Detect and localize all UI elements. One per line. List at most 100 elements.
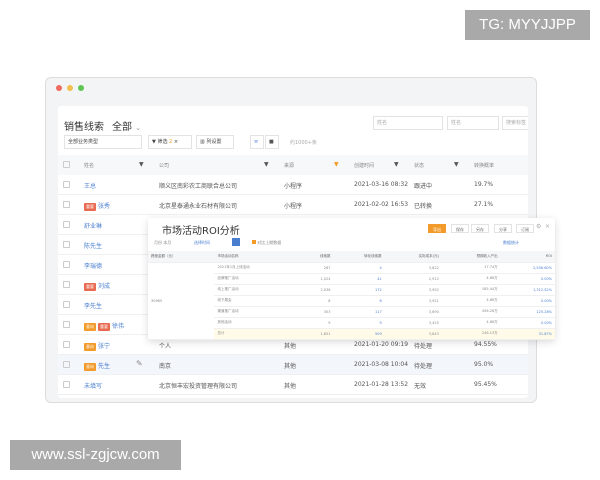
roi-header: ROI xyxy=(500,251,555,263)
roi-button[interactable]: 保存 xyxy=(451,224,469,233)
row-checkbox[interactable] xyxy=(63,181,70,188)
search-tag[interactable]: 搜索标签 xyxy=(502,116,528,130)
column-header[interactable]: 姓名 xyxy=(84,162,94,169)
row-checkbox[interactable] xyxy=(63,381,70,388)
table-row[interactable]: 王总 顺义区南彩农工商联合总公司 小程序 2021-03-16 08:32 跟进中 19.… xyxy=(58,175,528,195)
filter-icon[interactable]: ▼ xyxy=(139,161,144,168)
stats-link[interactable]: 数据统计 xyxy=(503,240,519,246)
compare-checkbox[interactable]: 对比上期数据 xyxy=(252,240,281,246)
roi-cell[interactable]: 其他活动 xyxy=(214,317,298,329)
lead-name[interactable]: 刘成 xyxy=(98,283,110,290)
edit-icon[interactable]: ✎ xyxy=(136,359,143,368)
row-checkbox[interactable] xyxy=(63,281,70,288)
roi-cell: 4 xyxy=(333,262,385,274)
column-settings-label: 列设置 xyxy=(206,139,222,145)
window-controls xyxy=(56,85,84,91)
row-checkbox[interactable] xyxy=(63,241,70,248)
roi-cell: 172 xyxy=(333,284,385,296)
search-name-2[interactable]: 姓名 xyxy=(447,116,499,130)
cell-source: 小程序 xyxy=(284,183,303,190)
cell-status: 待处理 xyxy=(414,363,433,370)
cell-rate: 95.45% xyxy=(474,381,497,388)
table-row[interactable]: 未填写 北京恒丰宏投资管理有限公司 其他 2021-01-28 13:52 无效 95.4… xyxy=(58,375,528,395)
roi-cell[interactable]: 总计 xyxy=(214,328,298,340)
roi-cell: 0.00% xyxy=(500,295,555,307)
roi-cell: 0.00% xyxy=(500,273,555,285)
roi-button[interactable]: 订阅 xyxy=(516,224,534,233)
roi-cell: 117 xyxy=(333,306,385,318)
lead-name[interactable]: 张秀 xyxy=(98,203,110,210)
cell-source: 其他 xyxy=(284,383,297,390)
roi-header: 线索数 xyxy=(297,251,334,263)
row-checkbox[interactable] xyxy=(63,201,70,208)
lead-name[interactable]: 未填写 xyxy=(84,383,102,390)
roi-cell[interactable]: 线上推广活动 xyxy=(214,284,298,296)
lead-name[interactable]: 舒业琳 xyxy=(84,223,102,230)
lead-name[interactable]: 先生 xyxy=(98,363,110,370)
settings-icon[interactable]: ⚙ xyxy=(536,223,541,230)
roi-group: 30965 xyxy=(148,262,215,340)
cell-created: 2021-01-20 09:19 xyxy=(354,341,409,348)
card-view-button[interactable]: ■ xyxy=(265,135,279,149)
column-header[interactable]: 状态 xyxy=(414,162,424,169)
roi-button[interactable]: 另存 xyxy=(471,224,489,233)
roi-header: 预期收入产出 xyxy=(441,251,501,263)
cell-company: 南京 xyxy=(159,363,172,370)
column-header[interactable]: 公司 xyxy=(159,162,169,169)
roi-cell: 3,921 xyxy=(384,295,442,307)
column-header[interactable]: 转换概率 xyxy=(474,162,494,169)
close-dot[interactable] xyxy=(56,85,62,91)
roi-cell: 267 xyxy=(297,262,334,274)
minimize-dot[interactable] xyxy=(67,85,73,91)
roi-cell[interactable]: 渠道推广活动 xyxy=(214,306,298,318)
roi-header: 实际成本(元) xyxy=(384,251,442,263)
row-checkbox[interactable] xyxy=(63,321,70,328)
roi-cell: 1,312.52% xyxy=(500,284,555,296)
cell-rate: 27.1% xyxy=(474,201,494,208)
roi-cell: 17.74万 xyxy=(441,262,501,274)
maximize-dot[interactable] xyxy=(78,85,84,91)
month-select[interactable]: 月份 本月 xyxy=(154,240,171,246)
roi-header: 跨度金额（元） xyxy=(148,251,215,263)
row-checkbox[interactable] xyxy=(63,221,70,228)
lead-name[interactable]: 陈先生 xyxy=(84,243,102,250)
column-header[interactable]: 来源 xyxy=(284,162,294,169)
roi-button[interactable]: 导出 xyxy=(428,224,446,233)
row-checkbox[interactable] xyxy=(63,341,70,348)
cell-status: 已转换 xyxy=(414,203,433,210)
lead-name[interactable]: 李瑞德 xyxy=(84,263,102,270)
table-row[interactable]: 重要 张秀 北京星泰通永业石材有限公司 小程序 2021-02-02 16:53 已转换 2… xyxy=(58,195,528,215)
roi-cell[interactable]: 2021年1月上线活动 xyxy=(214,262,298,274)
filter-button[interactable]: ▼ 筛选 2 × xyxy=(148,135,192,149)
search-name-1[interactable]: 姓名 xyxy=(373,116,443,130)
table-row[interactable]: 意向 先生 ✎ 南京 其他 2021-03-08 10:04 待处理 95.0% xyxy=(58,355,528,375)
lead-name[interactable]: 徐伟 xyxy=(112,323,124,330)
view-selector[interactable]: 全部 ⌄ xyxy=(112,118,141,133)
list-view-button[interactable]: ≡ xyxy=(250,135,264,149)
cell-company: 顺义区南彩农工商联合总公司 xyxy=(159,183,238,190)
close-icon[interactable]: × xyxy=(545,223,550,230)
filter-icon[interactable]: ▼ xyxy=(334,161,339,168)
roi-cell[interactable]: 线下展会 xyxy=(214,295,298,307)
select-all-checkbox[interactable] xyxy=(63,161,70,168)
filter-icon[interactable]: ▼ xyxy=(264,161,269,168)
column-header[interactable]: 创建时间 xyxy=(354,162,374,169)
row-checkbox[interactable] xyxy=(63,301,70,308)
business-type-select[interactable]: 全部业务类型 xyxy=(64,135,142,149)
filter-icon[interactable]: ▼ xyxy=(394,161,399,168)
lead-name[interactable]: 张宁 xyxy=(98,343,110,350)
roi-cell[interactable]: 品牌推广活动 xyxy=(214,273,298,285)
watermark-bottom: www.ssl-zgjcw.com xyxy=(10,440,181,470)
lead-tag: 重要 xyxy=(84,203,96,211)
row-checkbox[interactable] xyxy=(63,261,70,268)
column-settings-button[interactable]: ▥ 列设置 xyxy=(196,135,234,149)
roi-button[interactable]: 分享 xyxy=(494,224,512,233)
lead-tag: 意向 xyxy=(84,343,96,351)
chart-view-icon[interactable] xyxy=(232,238,240,246)
select-time-link[interactable]: 选择时间 xyxy=(194,240,210,246)
lead-name[interactable]: 王总 xyxy=(84,183,96,190)
filter-icon[interactable]: ▼ xyxy=(454,161,459,168)
roi-cell: 4.66万 xyxy=(441,317,501,329)
row-checkbox[interactable] xyxy=(63,361,70,368)
lead-name[interactable]: 李先生 xyxy=(84,303,102,310)
